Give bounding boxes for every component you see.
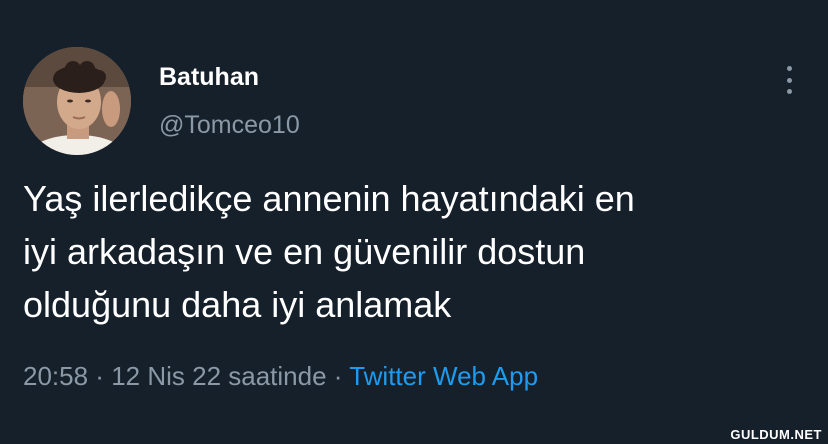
tweet-text-line: olduğunu daha iyi anlamak [23,284,452,325]
avatar[interactable] [23,47,131,155]
tweet-source-link[interactable]: Twitter Web App [349,361,538,391]
profile-photo [23,47,131,155]
dot [786,66,792,71]
meta-separator: · [326,361,350,391]
more-vertical-icon[interactable] [777,64,801,96]
dot [786,89,792,94]
user-handle[interactable]: @Tomceo10 [159,108,300,142]
display-name[interactable]: Batuhan [159,60,259,94]
tweet-time[interactable]: 20:58 [23,361,88,391]
meta-separator: · [88,361,112,391]
tweet-text-line: Yaş ilerledikçe annenin hayatındaki en [23,178,635,219]
tweet-text: Yaş ilerledikçe annenin hayatındaki en i… [23,172,813,331]
dot [786,77,792,83]
watermark: GULDUM.NET [730,427,822,442]
tweet-text-line: iyi arkadaşın ve en güvenilir dostun [23,231,586,272]
tweet-meta: 20:58 · 12 Nis 22 saatinde · Twitter Web… [23,358,538,394]
tweet-date[interactable]: 12 Nis 22 saatinde [111,361,326,391]
